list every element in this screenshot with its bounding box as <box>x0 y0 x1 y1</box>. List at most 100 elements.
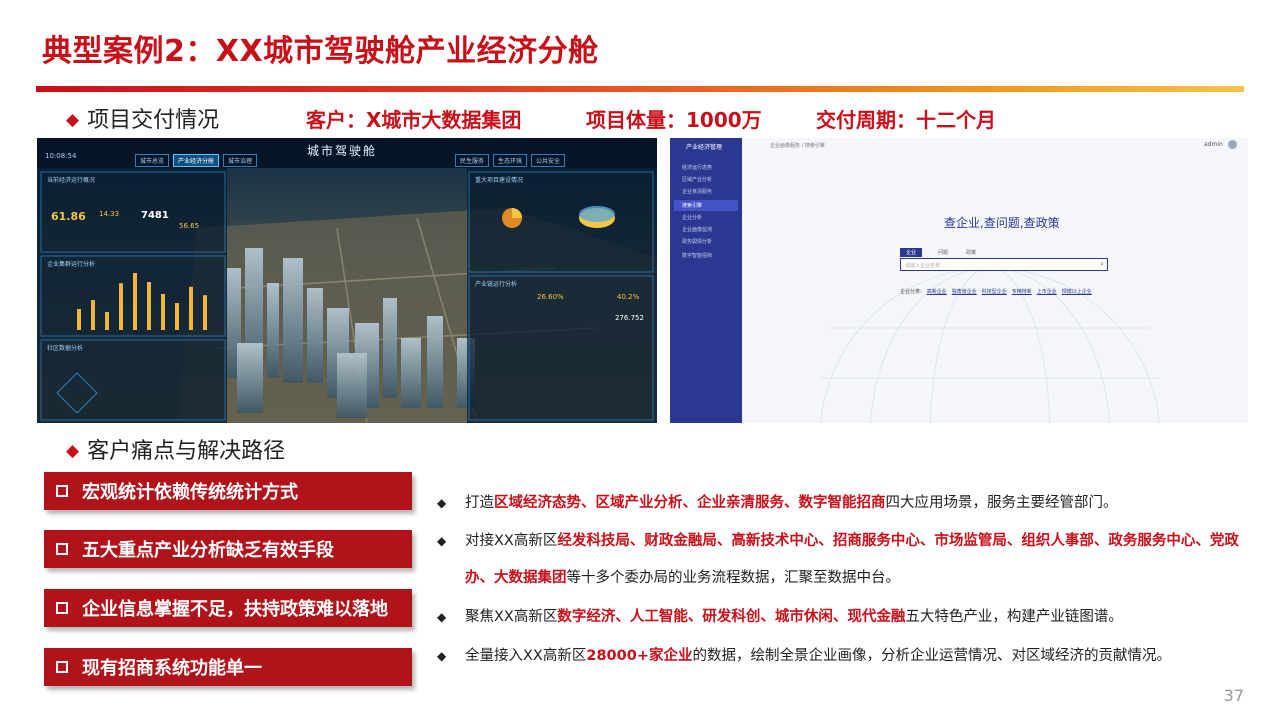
pain-point-2: 五大重点产业分析缺乏有效手段 <box>44 530 412 568</box>
pain-point-label: 企业信息掌握不足，扶持政策难以落地 <box>82 599 388 620</box>
bullet-diamond-icon: ◆ <box>437 649 447 663</box>
hot-link[interactable]: 上市企业 <box>1037 288 1057 295</box>
checkbox-square-icon <box>56 602 68 614</box>
dashboard-bar <box>91 300 95 330</box>
dashboard-graphic <box>37 138 657 423</box>
sidebar-item[interactable]: 政务舆情分析 <box>682 238 712 245</box>
title-divider <box>36 86 1244 92</box>
dashboard-bar <box>147 282 151 330</box>
dashboard-bar <box>175 303 179 330</box>
pain-point-4: 现有招商系统功能单一 <box>44 648 412 686</box>
bullet-text: 等十多个委办局的业务流程数据，汇聚至数据中台。 <box>566 570 901 586</box>
dashboard-panel-title: 当前经济运行概况 <box>47 177 96 184</box>
dashboard-value: 14.33 <box>99 210 120 218</box>
pain-point-label: 五大重点产业分析缺乏有效手段 <box>82 540 334 561</box>
bullet-text: 五大特色产业，构建产业链图谱。 <box>905 609 1123 625</box>
sidebar-item[interactable]: 区域产业分析 <box>682 176 712 183</box>
dashboard-tab[interactable]: 公共安全 <box>531 154 566 167</box>
diamond-icon: ◆ <box>66 110 80 130</box>
dashboard-panel-title: 企业集群运行分析 <box>47 261 96 268</box>
dashboard-tabs-right: 民生服务 生态环境 公共安全 <box>455 154 566 167</box>
dashboard-time: 10:08:54 <box>45 152 77 160</box>
pain-point-1: 宏观统计依赖传统统计方式 <box>44 472 412 510</box>
bullet-text: 对接XX高新区 <box>465 533 558 549</box>
metric-period: 交付周期：十二个月 <box>816 108 996 132</box>
dashboard-tab[interactable]: 民生服务 <box>455 154 490 167</box>
portal-search-tabs: 企业 问题 政策 <box>900 248 978 257</box>
slide-title: 典型案例2：XX城市驾驶舱产业经济分舱 <box>42 34 599 69</box>
dashboard-title: 城市驾驶舱 <box>307 144 378 158</box>
section-painpoints-label: 客户痛点与解决路径 <box>87 439 286 464</box>
dashboard-bar <box>203 295 207 330</box>
checkbox-square-icon <box>56 543 68 555</box>
search-tab-policy[interactable]: 政策 <box>964 248 978 257</box>
solution-bullet-2: ◆ 对接XX高新区经发科技局、财政金融局、高新技术中心、招商服务中心、市场监管局、… <box>437 523 1247 597</box>
portal-user[interactable]: admin <box>1204 141 1223 148</box>
hot-link[interactable]: 科技型企业 <box>982 288 1007 295</box>
dashboard-bar <box>77 309 81 330</box>
bullet-text: 全量接入XX高新区 <box>465 648 587 664</box>
dashboard-bar <box>161 294 165 330</box>
metric-volume: 项目体量：1000万 <box>586 108 762 132</box>
pain-point-label: 现有招商系统功能单一 <box>82 658 262 679</box>
hot-link[interactable]: 独角兽企业 <box>952 288 977 295</box>
dashboard-tab[interactable]: 城市治理 <box>223 154 258 167</box>
portal-hot-links: 企业分类: 高新企业 独角兽企业 科技型企业 专精特新 上市企业 规模以上企业 <box>900 288 1092 295</box>
search-input[interactable]: 请输入企业名称 ⌕ <box>900 258 1108 271</box>
solution-bullet-1: ◆ 打造区域经济态势、区域产业分析、企业亲清服务、数字智能招商四大应用场景，服务主… <box>437 485 1247 522</box>
bullet-diamond-icon: ◆ <box>437 534 447 548</box>
bullet-diamond-icon: ◆ <box>437 496 447 510</box>
pain-point-label: 宏观统计依赖传统统计方式 <box>82 482 298 503</box>
sidebar-item[interactable]: 经济运行态势 <box>682 164 712 171</box>
portal-slogan: 查企业,查问题,查政策 <box>944 216 1060 230</box>
pain-point-3: 企业信息掌握不足，扶持政策难以落地 <box>44 589 412 627</box>
dashboard-panel-title: 产业链运行分析 <box>475 281 518 288</box>
bullet-text: 打造 <box>465 495 494 511</box>
portal-breadcrumb: 企业画像服务 / 搜索引擎 <box>770 143 825 149</box>
sidebar-item[interactable]: 企业分析 <box>682 214 702 221</box>
dashboard-value: 56.65 <box>179 222 200 230</box>
hot-link[interactable]: 专精特新 <box>1012 288 1032 295</box>
sidebar-item[interactable]: 数字智能招商 <box>682 252 712 259</box>
dashboard-tabs-left: 城市总览 产业经济分舱 城市治理 <box>135 154 258 167</box>
globe-watermark <box>820 267 1160 423</box>
portal-sidebar: 产业经济管理 经济运行态势 区域产业分析 企业亲清服务 搜索引擎 企业分析 企业… <box>670 138 742 423</box>
portal-brand: 产业经济管理 <box>686 144 723 151</box>
bullet-text: 四大应用场景，服务主要经管部门。 <box>885 495 1118 511</box>
diamond-icon: ◆ <box>66 441 80 461</box>
dashboard-bar <box>105 312 109 330</box>
dashboard-value: 7481 <box>141 210 169 221</box>
bullet-diamond-icon: ◆ <box>437 610 447 624</box>
sidebar-item[interactable]: 企业亲清服务 <box>682 188 712 195</box>
dashboard-value: 26.60% <box>537 293 564 301</box>
dashboard-bar <box>119 283 123 330</box>
search-icon[interactable]: ⌕ <box>1100 260 1104 269</box>
sidebar-item-active[interactable]: 搜索引擎 <box>674 200 738 211</box>
dashboard-tab[interactable]: 产业经济分舱 <box>173 154 220 167</box>
search-placeholder: 请输入企业名称 <box>905 263 941 269</box>
avatar-icon[interactable] <box>1228 140 1237 149</box>
hot-label: 企业分类: <box>900 289 922 295</box>
hot-link[interactable]: 高新企业 <box>927 288 947 295</box>
dashboard-value: 40.2% <box>617 293 640 301</box>
dashboard-tab[interactable]: 城市总览 <box>135 154 170 167</box>
bullet-highlight: 28000+家企业 <box>586 648 693 664</box>
checkbox-square-icon <box>56 661 68 673</box>
page-number: 37 <box>1223 686 1244 705</box>
solution-bullet-4: ◆ 全量接入XX高新区28000+家企业的数据，绘制全景企业画像，分析企业运营情况… <box>437 638 1247 675</box>
section-delivery-label: 项目交付情况 <box>87 108 220 133</box>
dashboard-tab[interactable]: 生态环境 <box>493 154 528 167</box>
solution-bullet-3: ◆ 聚焦XX高新区数字经济、人工智能、研发科创、城市休闲、现代金融五大特色产业，构… <box>437 599 1247 636</box>
bullet-text: 的数据，绘制全景企业画像，分析企业运营情况、对区域经济的贡献情况。 <box>692 648 1171 664</box>
dashboard-panel-title: 重大项目建设情况 <box>475 177 524 184</box>
dashboard-value: 276.752 <box>615 314 644 322</box>
hot-link[interactable]: 规模以上企业 <box>1062 288 1092 295</box>
dashboard-screenshot: 10:08:54 城市总览 产业经济分舱 城市治理 城市驾驶舱 民生服务 生态环… <box>37 138 657 423</box>
section-painpoints: ◆ 客户痛点与解决路径 <box>66 433 285 465</box>
dashboard-panel-title: 社区数据分析 <box>47 345 84 352</box>
search-tab-company[interactable]: 企业 <box>900 248 923 257</box>
metric-client: 客户：X城市大数据集团 <box>306 108 522 132</box>
sidebar-item[interactable]: 企业画像监测 <box>682 226 712 233</box>
bullet-highlight: 数字经济、人工智能、研发科创、城市休闲、现代金融 <box>557 609 906 625</box>
search-tab-question[interactable]: 问题 <box>936 248 950 257</box>
